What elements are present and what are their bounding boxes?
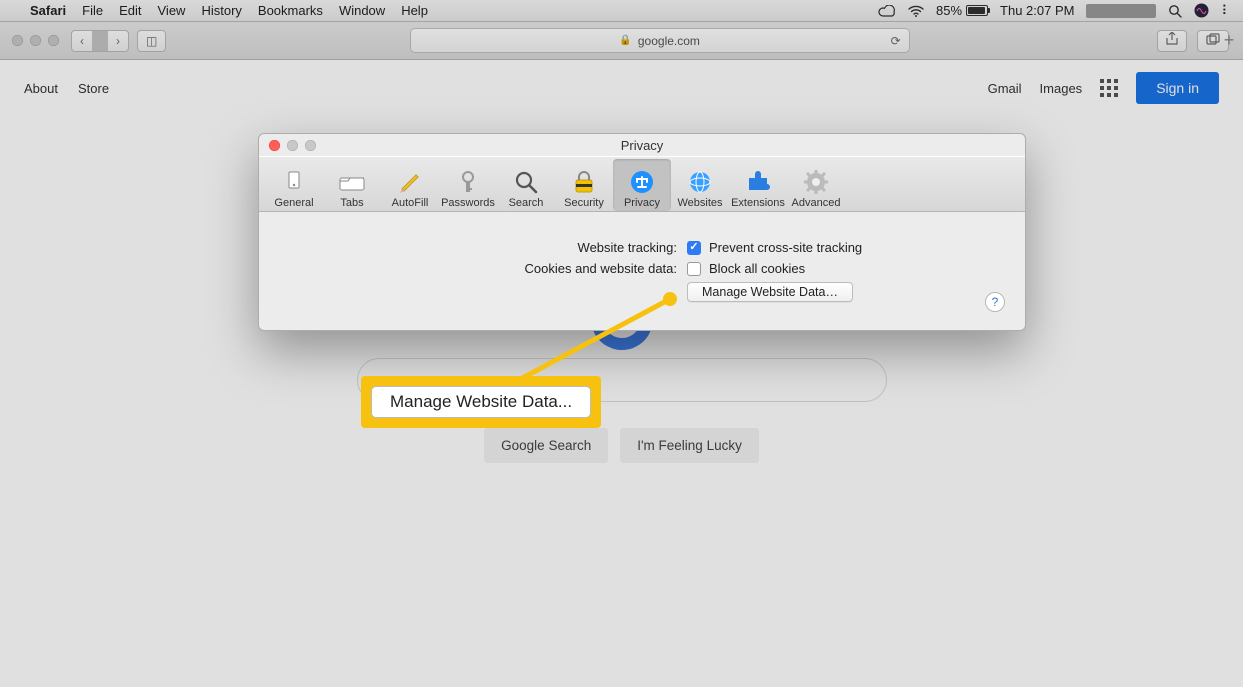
battery-percent-label: 85% <box>936 3 962 18</box>
window-minimize[interactable] <box>30 35 41 46</box>
manage-website-data-button[interactable]: Manage Website Data… <box>687 282 853 302</box>
tabs-prefs-icon <box>338 169 366 195</box>
wifi-icon[interactable] <box>908 5 924 17</box>
passwords-icon <box>454 169 482 195</box>
clock[interactable]: Thu 2:07 PM <box>1000 3 1074 18</box>
prefs-tab-advanced[interactable]: Advanced <box>787 159 845 211</box>
sidebar-icon: ◫ <box>138 34 165 48</box>
link-store[interactable]: Store <box>78 81 109 96</box>
notification-center-icon[interactable]: ⠇ <box>1221 3 1229 19</box>
menu-edit[interactable]: Edit <box>119 3 141 18</box>
safari-toolbar: ‹ › ◫ 🔒 google.com ⟳ <box>0 22 1243 60</box>
prefs-tabbar: General Tabs AutoFill Passwords Search S… <box>259 156 1025 212</box>
lock-icon: 🔒 <box>619 35 631 46</box>
reload-icon[interactable]: ⟳ <box>891 34 901 48</box>
cookies-label: Cookies and website data: <box>279 261 679 276</box>
creative-cloud-icon[interactable] <box>878 5 896 17</box>
privacy-icon <box>628 169 656 195</box>
redacted-username <box>1086 4 1156 18</box>
menu-view[interactable]: View <box>158 3 186 18</box>
security-icon <box>570 169 598 195</box>
window-close[interactable] <box>12 35 23 46</box>
feeling-lucky-button[interactable]: I'm Feeling Lucky <box>620 428 759 463</box>
advanced-icon <box>802 169 830 195</box>
annotation-text: Manage Website Data... <box>371 386 591 418</box>
mac-menubar: Safari File Edit View History Bookmarks … <box>0 0 1243 22</box>
window-zoom[interactable] <box>48 35 59 46</box>
battery-status[interactable]: 85% <box>936 3 988 18</box>
google-apps-icon[interactable] <box>1100 79 1118 97</box>
app-menu[interactable]: Safari <box>30 3 66 18</box>
prefs-tab-security[interactable]: Security <box>555 159 613 211</box>
prefs-tab-privacy[interactable]: Privacy <box>613 159 671 211</box>
share-button[interactable] <box>1157 30 1187 52</box>
prefs-tab-extensions[interactable]: Extensions <box>729 159 787 211</box>
google-header: About Store Gmail Images Sign in <box>0 60 1243 116</box>
annotation-callout: Manage Website Data... <box>361 376 601 428</box>
siri-icon[interactable] <box>1194 3 1209 18</box>
prevent-crosssite-label[interactable]: Prevent cross-site tracking <box>709 240 862 255</box>
prefs-body: Website tracking: Prevent cross-site tra… <box>259 212 1025 330</box>
prevent-crosssite-checkbox[interactable] <box>687 241 701 255</box>
prefs-tab-search[interactable]: Search <box>497 159 555 211</box>
search-prefs-icon <box>512 169 540 195</box>
battery-icon <box>966 5 988 16</box>
sidebar-button[interactable]: ◫ <box>137 30 166 52</box>
extensions-icon <box>744 169 772 195</box>
new-tab-button[interactable]: + <box>1219 30 1239 50</box>
autofill-icon <box>396 169 424 195</box>
back-button[interactable]: ‹ <box>72 34 92 48</box>
help-button[interactable]: ? <box>985 292 1005 312</box>
share-icon <box>1158 32 1186 49</box>
menu-file[interactable]: File <box>82 3 103 18</box>
block-cookies-checkbox[interactable] <box>687 262 701 276</box>
menu-window[interactable]: Window <box>339 3 385 18</box>
link-gmail[interactable]: Gmail <box>988 81 1022 96</box>
google-search-button[interactable]: Google Search <box>484 428 608 463</box>
websites-icon <box>686 169 714 195</box>
forward-button[interactable]: › <box>108 34 128 48</box>
prefs-titlebar: Privacy <box>259 134 1025 156</box>
block-cookies-label[interactable]: Block all cookies <box>709 261 805 276</box>
link-images[interactable]: Images <box>1040 81 1083 96</box>
window-controls <box>0 35 71 46</box>
prefs-tab-general[interactable]: General <box>265 159 323 211</box>
general-icon <box>280 169 308 195</box>
prefs-tab-passwords[interactable]: Passwords <box>439 159 497 211</box>
nav-back-forward: ‹ › <box>71 30 129 52</box>
menu-help[interactable]: Help <box>401 3 428 18</box>
url-host-label: google.com <box>638 34 700 48</box>
tracking-label: Website tracking: <box>279 240 679 255</box>
prefs-tab-websites[interactable]: Websites <box>671 159 729 211</box>
prefs-title: Privacy <box>259 138 1025 153</box>
address-bar[interactable]: 🔒 google.com ⟳ <box>410 28 910 53</box>
menu-bookmarks[interactable]: Bookmarks <box>258 3 323 18</box>
link-about[interactable]: About <box>24 81 58 96</box>
prefs-tab-tabs[interactable]: Tabs <box>323 159 381 211</box>
prefs-tab-autofill[interactable]: AutoFill <box>381 159 439 211</box>
preferences-window: Privacy General Tabs AutoFill Passwords … <box>258 133 1026 331</box>
sign-in-button[interactable]: Sign in <box>1136 72 1219 104</box>
menu-history[interactable]: History <box>201 3 241 18</box>
spotlight-icon[interactable] <box>1168 4 1182 18</box>
